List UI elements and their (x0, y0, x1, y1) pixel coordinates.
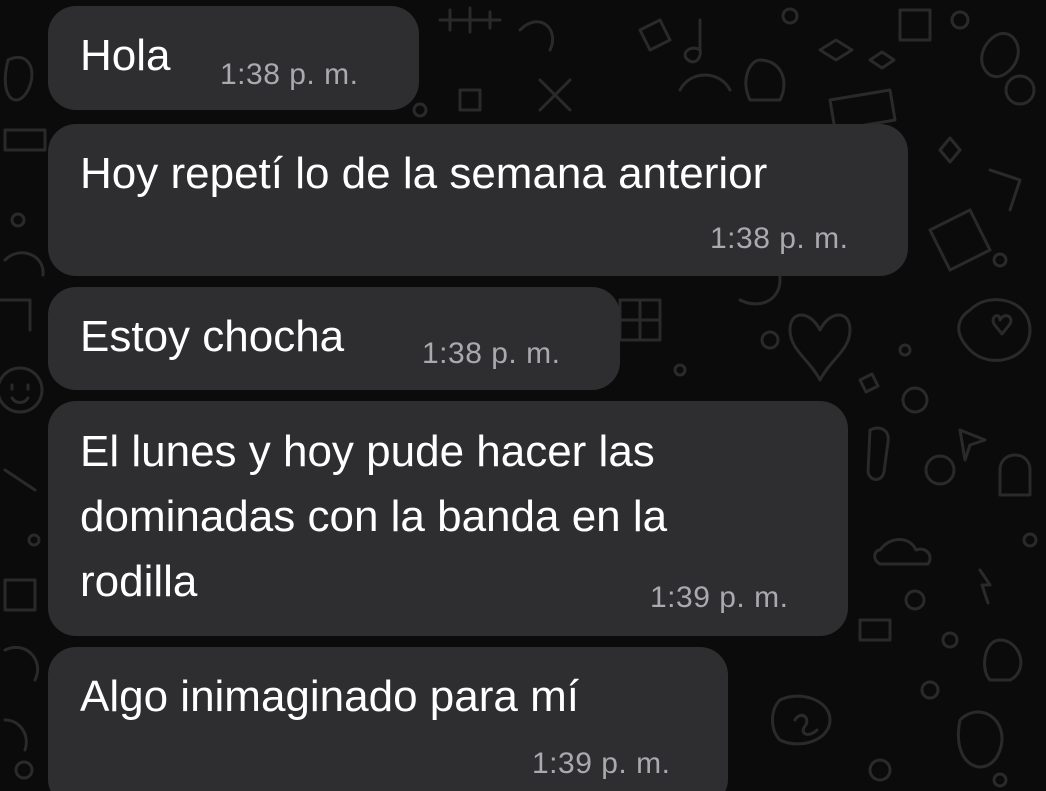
message-timestamp: 1:38 p. m. (220, 58, 359, 91)
message-bubble[interactable]: Hola 1:38 p. m. (48, 6, 419, 110)
message-text: Hola (80, 31, 171, 80)
message-timestamp: 1:39 p. m. (650, 581, 789, 614)
message-text: Hoy repetí lo de la semana anterior (80, 149, 768, 198)
message-text: Algo inimaginado para mí (80, 672, 579, 721)
message-timestamp: 1:39 p. m. (532, 747, 671, 780)
message-bubble[interactable]: Hoy repetí lo de la semana anterior 1:38… (48, 124, 908, 276)
message-bubble[interactable]: El lunes y hoy pude hacer las dominadas … (48, 401, 848, 636)
message-text: Estoy chocha (80, 312, 345, 361)
message-bubble[interactable]: Estoy chocha 1:38 p. m. (48, 287, 620, 390)
message-timestamp: 1:38 p. m. (710, 222, 849, 255)
message-timestamp: 1:38 p. m. (422, 337, 561, 370)
chat-view: Hola 1:38 p. m. Hoy repetí lo de la sema… (0, 0, 1046, 791)
message-bubble[interactable]: Algo inimaginado para mí 1:39 p. m. (48, 647, 728, 791)
